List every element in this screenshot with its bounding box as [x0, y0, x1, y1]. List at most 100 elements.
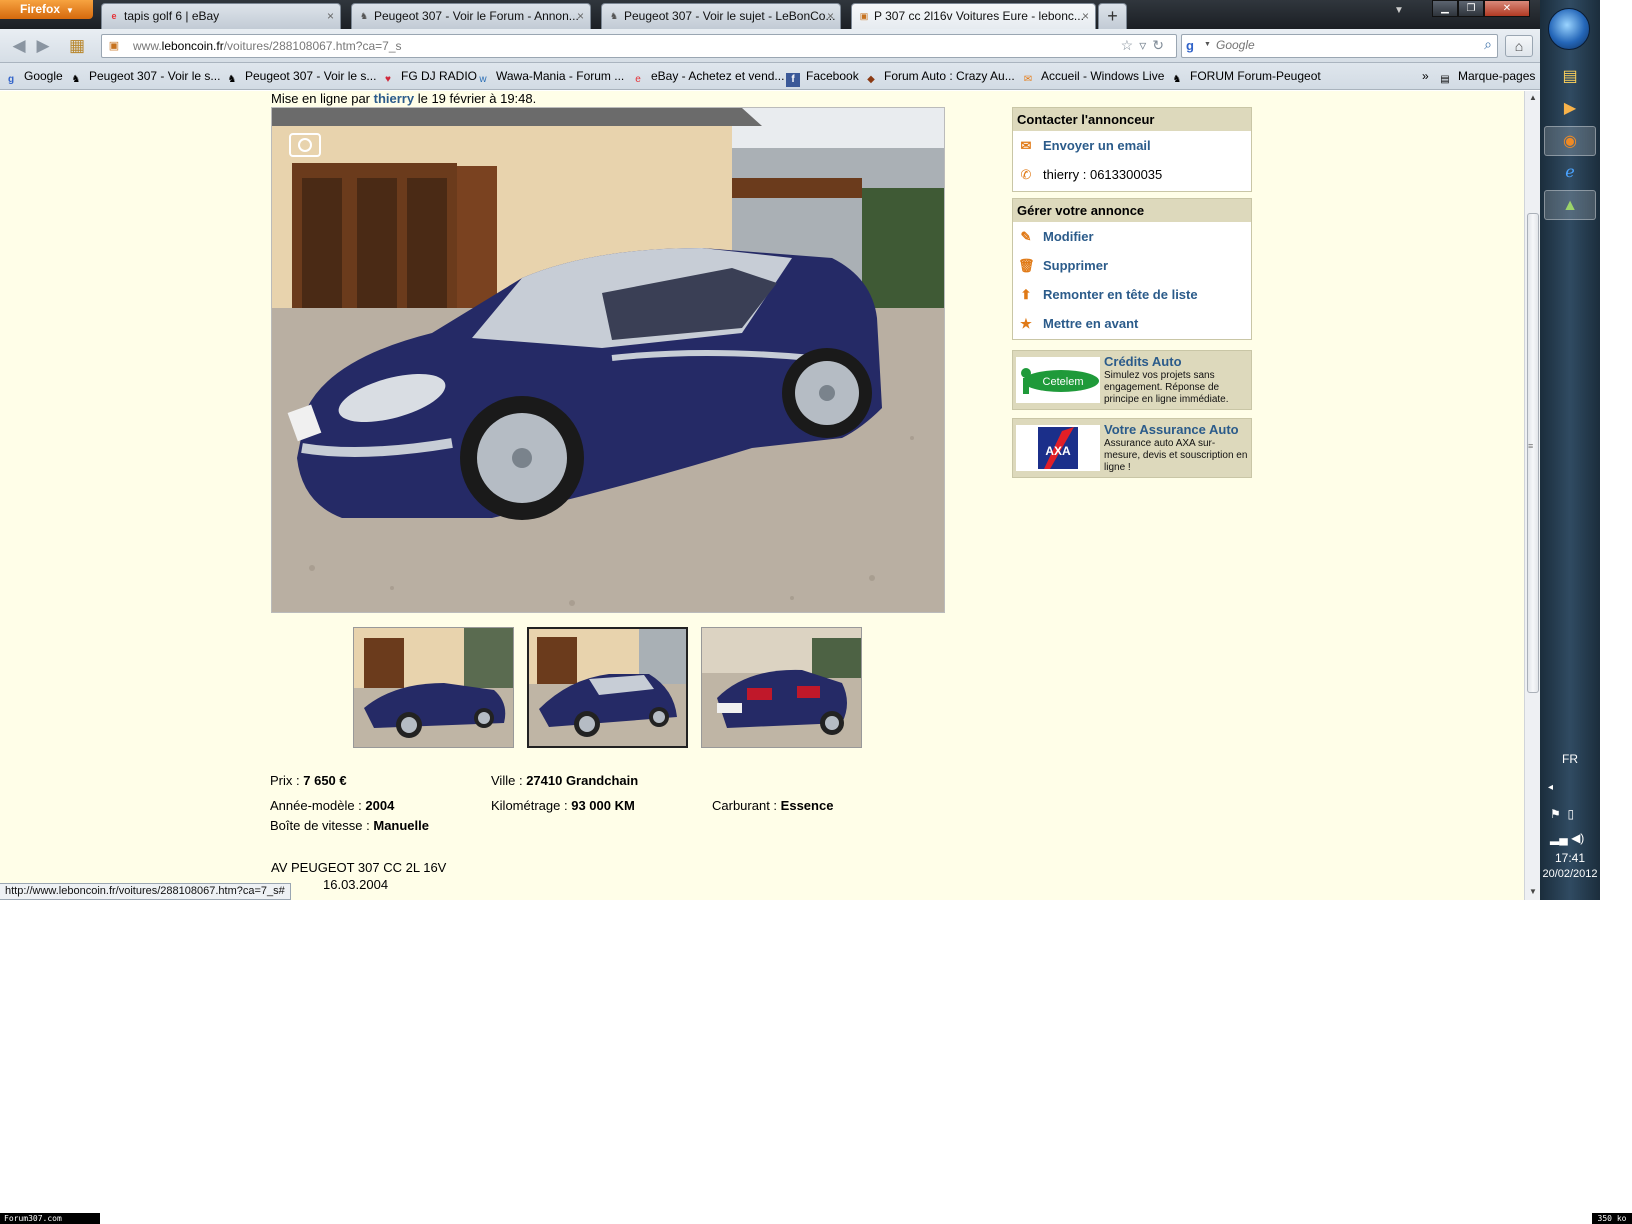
- language-indicator[interactable]: FR: [1540, 752, 1600, 766]
- url-text[interactable]: www.leboncoin.fr/voitures/288108067.htm?…: [133, 39, 402, 53]
- tab-leboncoin[interactable]: ▣ P 307 cc 2l16v Voitures Eure - lebonc.…: [851, 3, 1096, 29]
- promo-title[interactable]: Votre Assurance Auto: [1104, 422, 1239, 437]
- firefox-menu-button[interactable]: Firefox ▼: [0, 0, 93, 19]
- leboncoin-icon: ▣: [859, 11, 869, 21]
- delete-link[interactable]: 🗑 Supprimer: [1013, 251, 1251, 280]
- fuel-field: Carburant : Essence: [712, 798, 833, 813]
- chevron-down-icon[interactable]: ▼: [1204, 41, 1211, 48]
- firefox-taskbar-icon[interactable]: ◉: [1544, 126, 1596, 156]
- bookmark-item[interactable]: ♞ FORUM Forum-Peugeot: [1170, 69, 1321, 87]
- battery-icon[interactable]: ▯: [1567, 807, 1574, 821]
- tab-ebay[interactable]: e tapis golf 6 | eBay ×: [101, 3, 341, 29]
- main-photo: [271, 107, 945, 613]
- description-line: 16.03.2004: [323, 877, 389, 892]
- tab-label: Peugeot 307 - Voir le Forum - Annon...: [374, 9, 579, 23]
- bookmark-item[interactable]: ♞ Peugeot 307 - Voir le s...: [225, 69, 377, 87]
- bookmark-item[interactable]: ♞ Peugeot 307 - Voir le s...: [69, 69, 221, 87]
- search-icon[interactable]: ⌕: [1484, 36, 1492, 53]
- clock-time[interactable]: 17:41: [1540, 851, 1600, 865]
- search-bar: g ▼ ⌕: [1181, 34, 1498, 58]
- close-icon[interactable]: ×: [1082, 4, 1089, 28]
- windows-live-icon: ✉: [1023, 74, 1033, 85]
- start-button[interactable]: [1548, 8, 1590, 50]
- back-button[interactable]: ◀: [8, 35, 30, 57]
- thumbnail-illustration: [354, 628, 513, 747]
- volume-icon[interactable]: ◀): [1571, 831, 1584, 845]
- bookmark-item[interactable]: ◆ Forum Auto : Crazy Au...: [864, 69, 1015, 87]
- photo-viewer-icon[interactable]: ▲: [1544, 190, 1596, 220]
- internet-explorer-icon[interactable]: ℯ: [1544, 158, 1596, 188]
- chevron-down-icon[interactable]: ▿: [1139, 37, 1152, 53]
- url-bar[interactable]: ▣ www.leboncoin.fr/voitures/288108067.ht…: [101, 34, 1177, 58]
- tab-label: tapis golf 6 | eBay: [124, 9, 220, 23]
- minimize-button[interactable]: ▁: [1432, 0, 1458, 17]
- seller-link[interactable]: thierry: [374, 91, 414, 106]
- forward-button[interactable]: ▶: [32, 35, 54, 57]
- promo-title[interactable]: Crédits Auto: [1104, 354, 1182, 369]
- city-field: Ville : 27410 Grandchain: [491, 773, 638, 788]
- city-value: 27410 Grandchain: [526, 773, 639, 788]
- star-icon: ★: [1020, 316, 1032, 331]
- signal-icon[interactable]: ▂▄: [1550, 831, 1568, 845]
- promo-insurance[interactable]: AXA Votre Assurance Auto Assurance auto …: [1012, 418, 1252, 478]
- car-photo-illustration: [272, 108, 944, 612]
- new-tab-button[interactable]: +: [1098, 3, 1127, 29]
- media-player-icon[interactable]: ▶: [1544, 94, 1596, 124]
- panorama-button[interactable]: ▦: [66, 35, 88, 57]
- promo-credit[interactable]: Cetelem Crédits Auto Simulez vos projets…: [1012, 350, 1252, 410]
- vertical-scrollbar[interactable]: ▲ ≡ ▼: [1524, 91, 1540, 900]
- bookmark-item[interactable]: w Wawa-Mania - Forum ...: [476, 69, 624, 87]
- bookmark-item[interactable]: e eBay - Achetez et vend...: [631, 69, 784, 87]
- google-icon: g: [7, 74, 15, 85]
- send-email-link[interactable]: ✉ Envoyer un email: [1013, 131, 1251, 160]
- star-bookmark-icon[interactable]: ☆: [1121, 37, 1140, 53]
- close-icon[interactable]: ×: [327, 4, 334, 28]
- restore-button[interactable]: ❐: [1458, 0, 1484, 17]
- feature-label: Mettre en avant: [1043, 316, 1139, 331]
- close-icon[interactable]: ×: [827, 4, 834, 28]
- peugeot-lion-icon: ♞: [227, 74, 237, 85]
- thumbnail-1[interactable]: [353, 627, 514, 748]
- thumbnail-3[interactable]: [701, 627, 862, 748]
- grip-icon: ≡: [1528, 441, 1534, 451]
- scroll-up-icon[interactable]: ▲: [1529, 93, 1537, 102]
- home-button[interactable]: ⌂: [1505, 35, 1533, 57]
- reload-icon[interactable]: ↻: [1152, 37, 1170, 53]
- city-label: Ville :: [491, 773, 523, 788]
- bookmarks-overflow-button[interactable]: »: [1422, 69, 1429, 83]
- google-engine-icon[interactable]: g: [1186, 38, 1194, 53]
- thumbnail-2[interactable]: [527, 627, 688, 748]
- search-input[interactable]: [1216, 38, 1466, 52]
- tab-list-icon[interactable]: ▼: [1394, 5, 1404, 16]
- bump-link[interactable]: ⬆ Remonter en tête de liste: [1013, 280, 1251, 309]
- url-path: /voitures/288108067.htm?ca=7_s: [223, 39, 402, 53]
- feature-link[interactable]: ★ Mettre en avant: [1013, 309, 1251, 338]
- bookmarks-menu-button[interactable]: ▤ Marque-pages: [1438, 69, 1535, 87]
- scrollbar-thumb[interactable]: [1527, 213, 1539, 693]
- system-tray: ⚑ ▯ ▂▄ ◀): [1550, 802, 1594, 850]
- thumbnail-illustration: [702, 628, 861, 747]
- contact-box: Contacter l'annonceur ✉ Envoyer un email…: [1012, 107, 1252, 192]
- flag-icon[interactable]: ⚑: [1550, 807, 1561, 821]
- modify-link[interactable]: ✎ Modifier: [1013, 222, 1251, 251]
- modify-label: Modifier: [1043, 229, 1094, 244]
- mileage-value: 93 000 KM: [571, 798, 635, 813]
- gearbox-value: Manuelle: [373, 818, 429, 833]
- close-icon[interactable]: ×: [577, 4, 584, 28]
- cetelem-logo-text: Cetelem: [1043, 376, 1084, 388]
- bookmark-item[interactable]: ♥ FG DJ RADIO: [381, 69, 477, 87]
- tab-peugeot-forum[interactable]: ♞ Peugeot 307 - Voir le Forum - Annon...…: [351, 3, 591, 29]
- site-identity-icon[interactable]: ▣: [107, 39, 121, 53]
- tab-peugeot-sujet[interactable]: ♞ Peugeot 307 - Voir le sujet - LeBonCo.…: [601, 3, 841, 29]
- bookmark-item[interactable]: f Facebook: [786, 69, 859, 87]
- explorer-icon[interactable]: ▤: [1544, 62, 1596, 92]
- posted-prefix: Mise en ligne par: [271, 91, 370, 106]
- scroll-down-icon[interactable]: ▼: [1529, 887, 1537, 896]
- arrow-up-icon: ⬆: [1020, 287, 1032, 302]
- bookmark-item[interactable]: ✉ Accueil - Windows Live: [1021, 69, 1165, 87]
- close-window-button[interactable]: ✕: [1484, 0, 1530, 17]
- bookmark-item[interactable]: g Google: [4, 69, 63, 87]
- tray-expand-icon[interactable]: ◂: [1548, 782, 1553, 793]
- plus-icon: +: [1107, 6, 1118, 26]
- clock-date[interactable]: 20/02/2012: [1540, 868, 1600, 880]
